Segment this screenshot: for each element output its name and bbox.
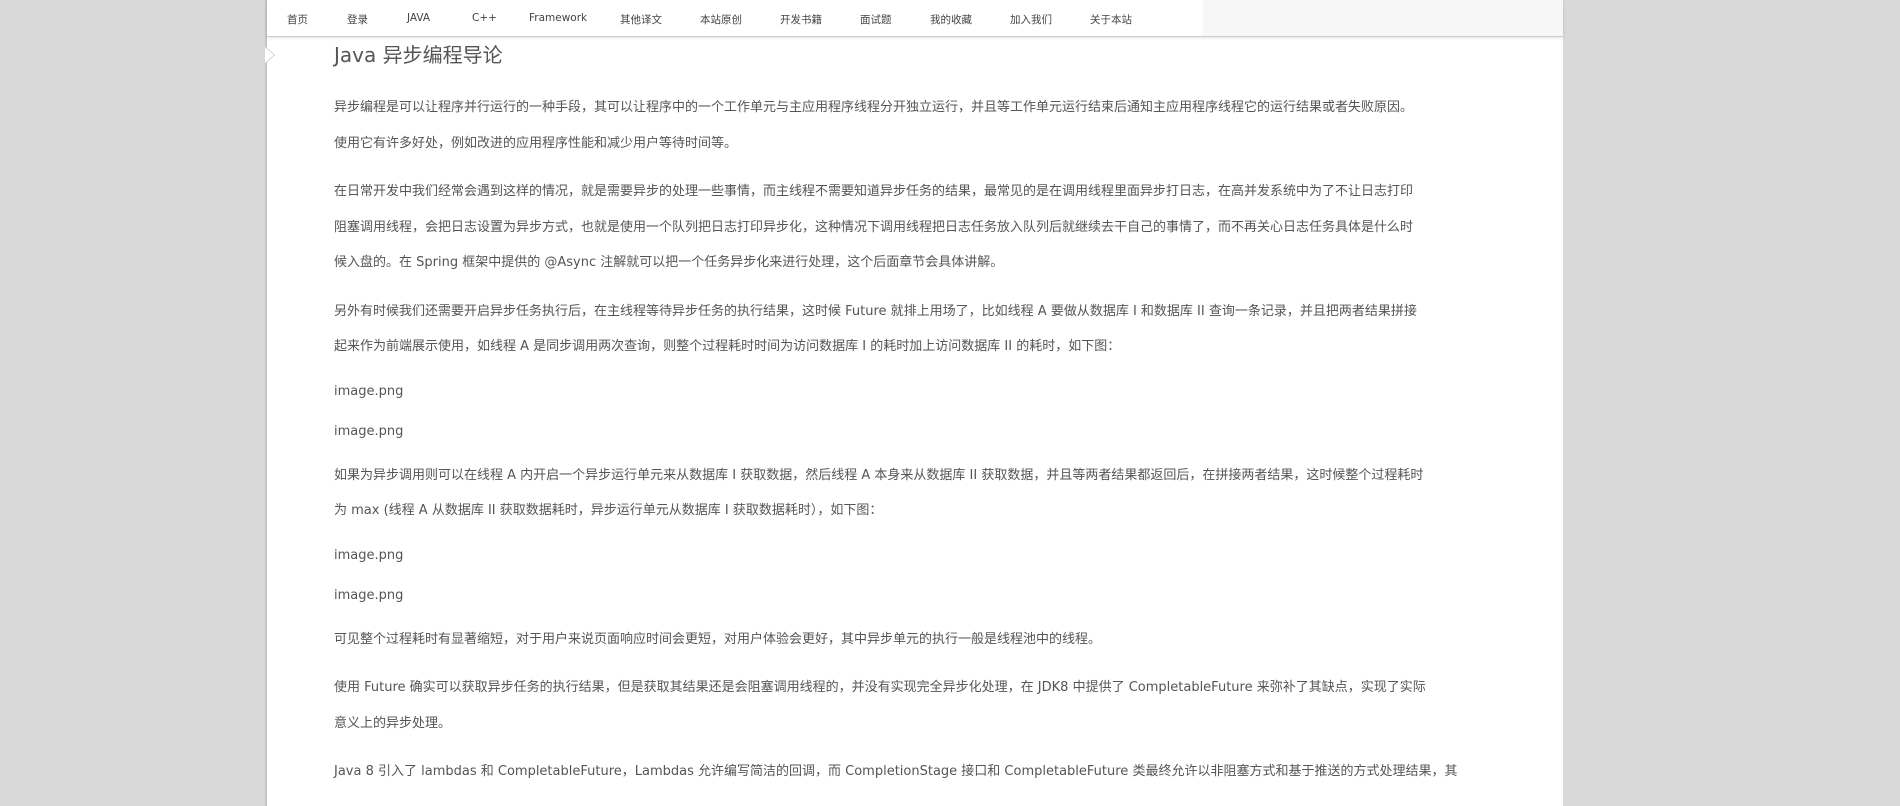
- paragraph-line: 起来作为前端展示使用，如线程 A 是同步调用两次查询，则整个过程耗时时间为访问数…: [334, 339, 1121, 354]
- article-body: Java 异步编程导论 异步编程是可以让程序并行运行的一种手段，其可以让程序中的…: [334, 42, 1504, 803]
- paragraph-line: 可见整个过程耗时有显著缩短，对于用户来说页面响应时间会更短，对用户体验会更好，其…: [334, 631, 1102, 647]
- nav-item-join-us[interactable]: 加入我们: [1010, 12, 1052, 27]
- paragraph-line: Java 8 引入了 lambdas 和 CompletableFuture，L…: [334, 764, 1458, 779]
- paragraph-4: 如果为异步调用则可以在线程 A 内开启一个异步运行单元来从数据库 I 获取数据，…: [334, 458, 1504, 529]
- nav-right-strip: [1203, 0, 1563, 36]
- paragraph-line: 意义上的异步处理。: [334, 715, 452, 731]
- paragraph-5: 可见整个过程耗时有显著缩短，对于用户来说页面响应时间会更短，对用户体验会更好，其…: [334, 622, 1504, 658]
- image-placeholder-2: image.png: [334, 423, 404, 439]
- image-placeholder-3: image.png: [334, 547, 404, 563]
- nav-item-java[interactable]: JAVA: [407, 12, 430, 24]
- nav-item-login[interactable]: 登录: [347, 12, 368, 27]
- nav-item-interview[interactable]: 面试题: [860, 12, 892, 27]
- nav-item-framework[interactable]: Framework: [529, 12, 587, 24]
- paragraph-3: 另外有时候我们还需要开启异步任务执行后，在主线程等待异步任务的执行结果，这时候 …: [334, 294, 1504, 365]
- nav-item-favorites[interactable]: 我的收藏: [930, 12, 972, 27]
- paragraph-line: 异步编程是可以让程序并行运行的一种手段，其可以让程序中的一个工作单元与主应用程序…: [334, 100, 1414, 115]
- nav-item-about[interactable]: 关于本站: [1090, 12, 1132, 27]
- top-navigation-bar: 首页 登录 JAVA C++ Framework 其他译文 本站原创 开发书籍 …: [267, 0, 1563, 37]
- article-title: Java 异步编程导论: [334, 43, 503, 67]
- paragraph-2: 在日常开发中我们经常会遇到这样的情况，就是需要异步的处理一些事情，而主线程不需要…: [334, 174, 1504, 281]
- paragraph-line: 如果为异步调用则可以在线程 A 内开启一个异步运行单元来从数据库 I 获取数据，…: [334, 467, 1424, 483]
- paragraph-line: 候入盘的。在 Spring 框架中提供的 @Async 注解就可以把一个任务异步…: [334, 255, 1004, 270]
- nav-item-translations[interactable]: 其他译文: [620, 12, 662, 27]
- paragraph-line: 阻塞调用线程，会把日志设置为异步方式，也就是使用一个队列把日志打印异步化，这种情…: [334, 219, 1414, 235]
- paragraph-line: 在日常开发中我们经常会遇到这样的情况，就是需要异步的处理一些事情，而主线程不需要…: [334, 184, 1414, 199]
- nav-item-original[interactable]: 本站原创: [700, 12, 742, 27]
- paragraph-line: 为 max (线程 A 从数据库 II 获取数据耗时，异步运行单元从数据库 I …: [334, 503, 883, 518]
- paragraph-1: 异步编程是可以让程序并行运行的一种手段，其可以让程序中的一个工作单元与主应用程序…: [334, 90, 1504, 161]
- paragraph-6: 使用 Future 确实可以获取异步任务的执行结果，但是获取其结果还是会阻塞调用…: [334, 670, 1504, 741]
- image-placeholder-1: image.png: [334, 383, 404, 399]
- paragraph-7: Java 8 引入了 lambdas 和 CompletableFuture，L…: [334, 754, 1504, 790]
- page-container: 首页 登录 JAVA C++ Framework 其他译文 本站原创 开发书籍 …: [265, 0, 1563, 806]
- sidebar-toggle-arrow-icon[interactable]: [265, 47, 274, 63]
- nav-item-cpp[interactable]: C++: [472, 12, 497, 24]
- nav-item-books[interactable]: 开发书籍: [780, 12, 822, 27]
- image-placeholder-4: image.png: [334, 587, 404, 603]
- paragraph-line: 使用它有许多好处，例如改进的应用程序性能和减少用户等待时间等。: [334, 135, 738, 151]
- paragraph-line: 使用 Future 确实可以获取异步任务的执行结果，但是获取其结果还是会阻塞调用…: [334, 680, 1426, 695]
- paragraph-line: 另外有时候我们还需要开启异步任务执行后，在主线程等待异步任务的执行结果，这时候 …: [334, 303, 1417, 319]
- nav-item-home[interactable]: 首页: [287, 12, 308, 27]
